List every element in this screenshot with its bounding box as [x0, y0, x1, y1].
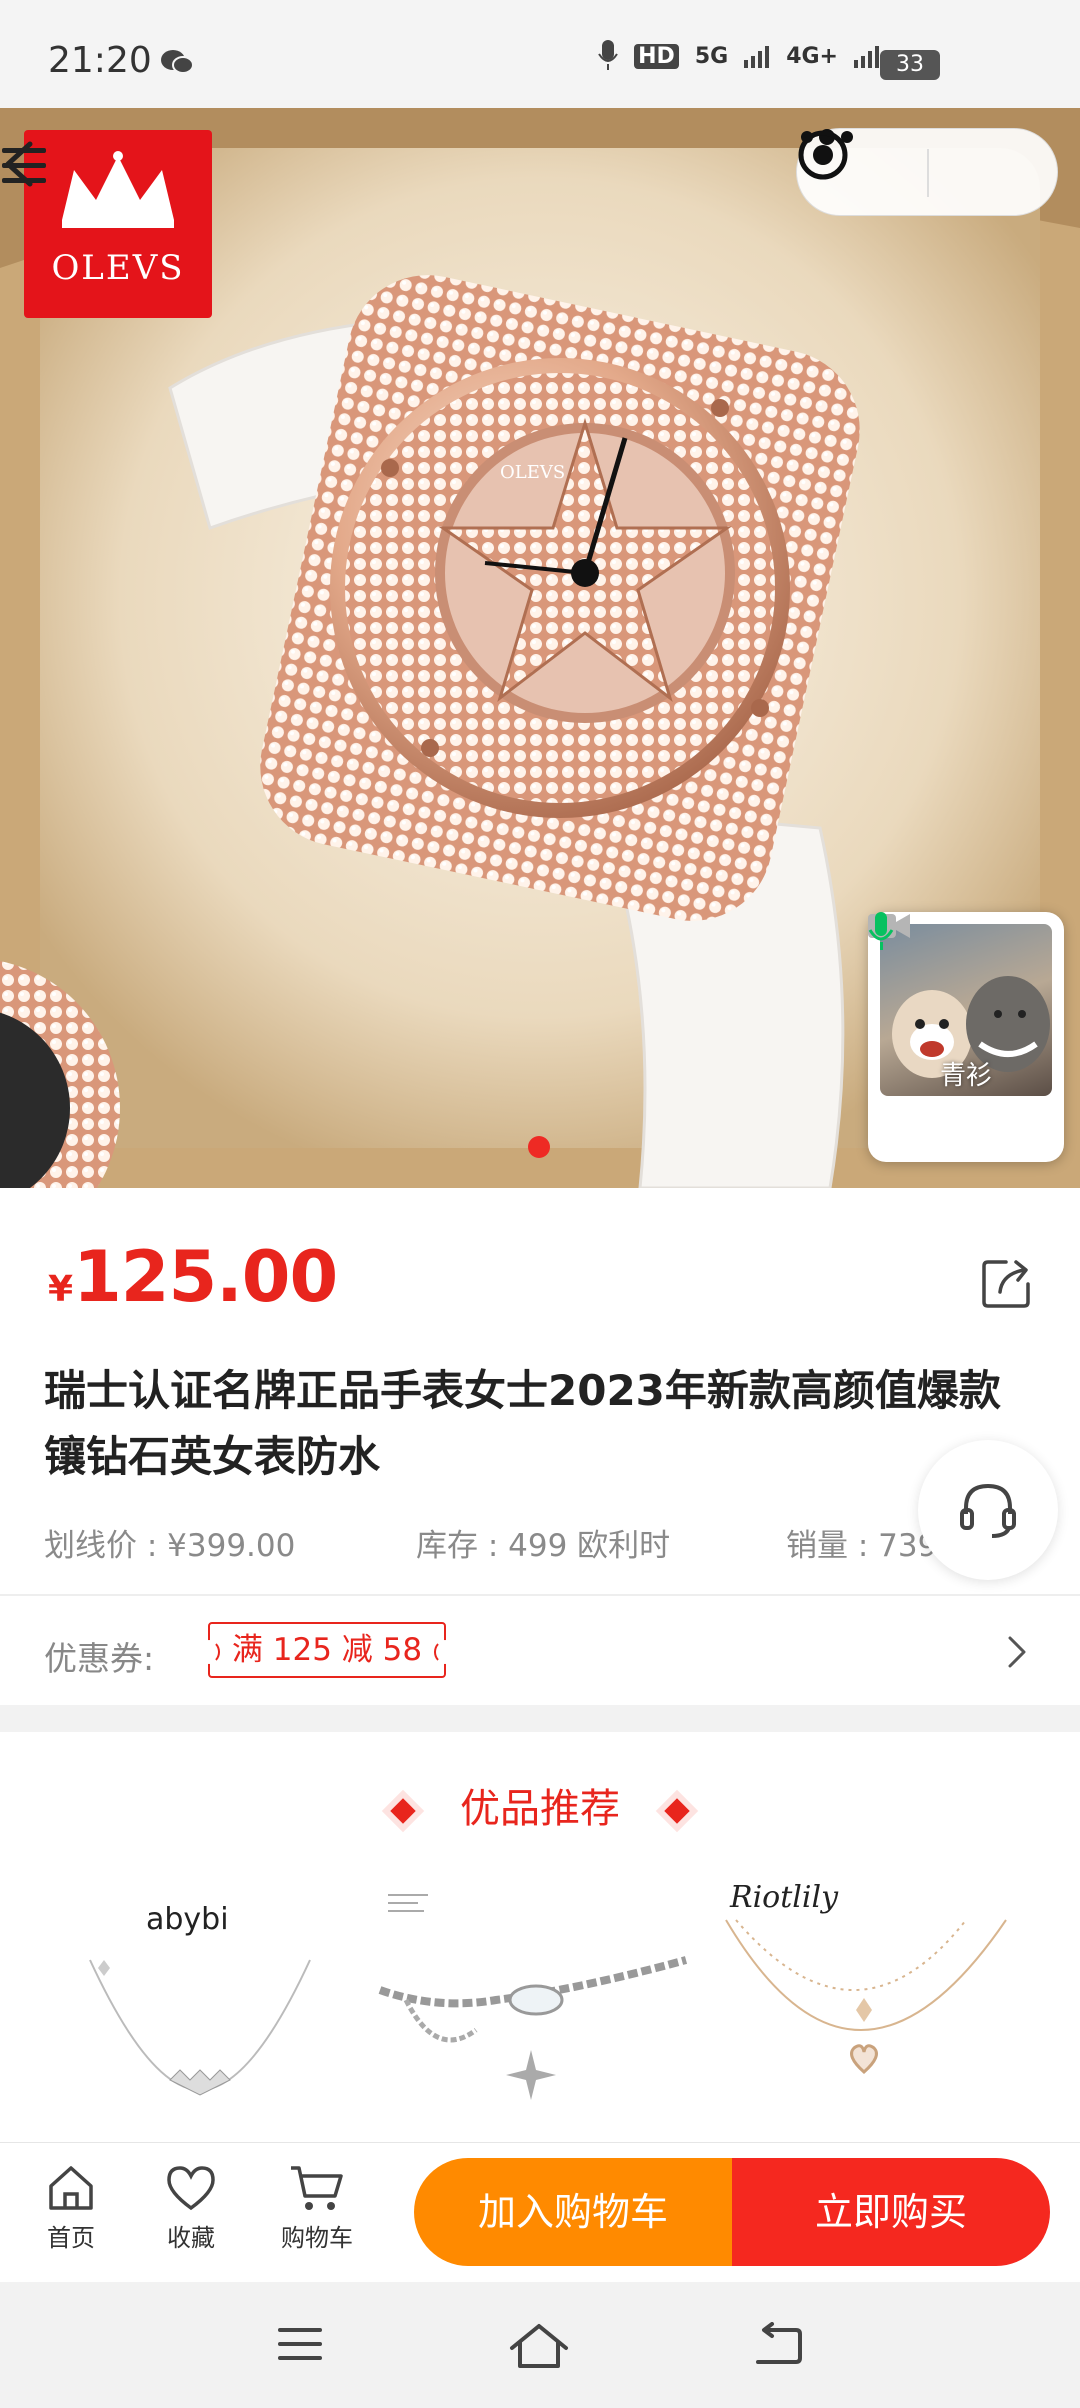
hd-indicator: HD [634, 43, 679, 69]
recent-apps-icon[interactable] [276, 2322, 324, 2366]
video-call-window[interactable]: 青衫 [868, 912, 1064, 1162]
svg-text:OLEVS: OLEVS [500, 462, 565, 483]
recommend-item[interactable] [376, 1880, 694, 2142]
home-icon [49, 2166, 93, 2210]
system-navigation-bar [0, 2282, 1080, 2408]
status-bar: 21:20 HD 5G 4G+ 33 [0, 0, 1080, 108]
chevron-right-icon[interactable] [1006, 1634, 1028, 1670]
share-icon[interactable] [980, 1254, 1036, 1310]
tab-home-label: 首页 [47, 2224, 95, 2252]
signal-icon [744, 46, 770, 68]
carousel-indicator [528, 1136, 550, 1158]
price-value: 125.00 [73, 1236, 338, 1318]
bracelet-image [378, 1894, 688, 2100]
capsule-divider [927, 149, 929, 197]
tab-favorite-label: 收藏 [167, 2224, 215, 2252]
status-indicators: HD 5G 4G+ [598, 40, 880, 72]
tab-favorite[interactable]: 收藏 [136, 2164, 246, 2253]
product-image[interactable]: OLEVS OLEVS 青衫 [0, 108, 1080, 1188]
cart-icon [291, 2166, 343, 2210]
brand-logo: OLEVS [24, 130, 212, 318]
recommend-item[interactable]: Riotlily [716, 1880, 1034, 2142]
sales: 销量 : 739 [786, 1528, 938, 1564]
diamond-icon [664, 1798, 690, 1824]
battery-icon: 33 [880, 50, 940, 80]
coupon-label: 优惠券: [44, 1639, 155, 1678]
necklace-image [89, 1959, 311, 2096]
microphone-icon[interactable] [868, 912, 894, 952]
video-avatar: 青衫 [880, 924, 1052, 1096]
back-nav-icon[interactable] [752, 2322, 804, 2366]
signal-icon-2 [854, 46, 879, 68]
home-nav-icon[interactable] [508, 2322, 570, 2370]
close-miniapp-icon[interactable] [797, 129, 849, 181]
wechat-icon [161, 50, 194, 74]
recommend-title: 优品推荐 [460, 1786, 620, 1832]
coupon-tag[interactable]: 满 125 减 58 [198, 1622, 456, 1678]
stock: 库存 : 499 欧利时 [416, 1528, 671, 1564]
video-caller-name: 青衫 [939, 1061, 992, 1091]
customer-service-button[interactable] [918, 1440, 1058, 1580]
crown-icon [62, 151, 174, 228]
tab-home[interactable]: 首页 [16, 2164, 126, 2253]
miniapp-capsule [796, 128, 1058, 216]
tab-cart[interactable]: 购物车 [262, 2164, 372, 2253]
tab-cart-label: 购物车 [281, 2224, 353, 2252]
add-to-cart-button[interactable]: 加入购物车 [414, 2158, 732, 2266]
divider [0, 1594, 1080, 1596]
status-time: 21:20 [48, 40, 152, 81]
brand-logo-text: OLEVS [51, 248, 185, 288]
necklace-image [725, 1919, 1007, 2075]
recommend-item[interactable]: abybi [40, 1880, 358, 2142]
original-price: 划线价 : ¥399.00 [44, 1528, 296, 1564]
buy-now-button[interactable]: 立即购买 [732, 2158, 1050, 2266]
4g-indicator: 4G+ [786, 43, 838, 69]
diamond-icon [390, 1798, 416, 1824]
price: ¥125.00 [48, 1236, 338, 1318]
heart-icon [167, 2166, 215, 2211]
price-symbol: ¥ [48, 1269, 74, 1310]
microphone-icon [598, 40, 618, 70]
recommend-header: 优品推荐 [0, 1776, 1080, 1834]
product-title: 瑞士认证名牌正品手表女士2023年新款高颜值爆款镶钻石英女表防水 [44, 1366, 1001, 1481]
5g-indicator: 5G [694, 43, 729, 69]
headset-icon [960, 1483, 1016, 1538]
menu-icon[interactable] [0, 146, 48, 186]
